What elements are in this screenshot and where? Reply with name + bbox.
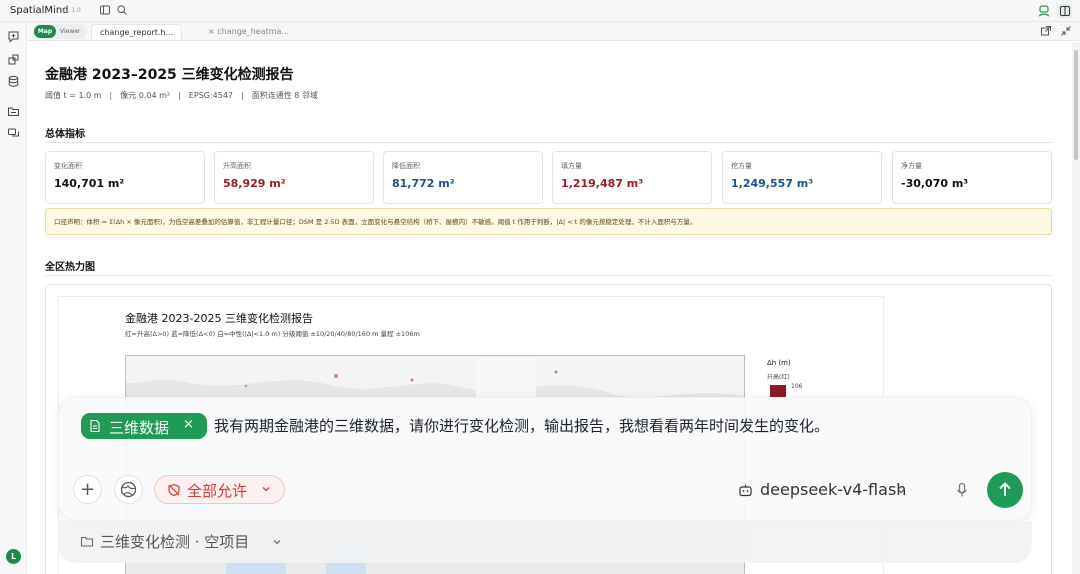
title-bar: SpatialMind v1.1.0	[0, 0, 1080, 22]
composer-card: 三维数据 × 我有两期金融港的三维数据，请你进行变化检测，输出报告，我想看看两年…	[58, 397, 1032, 521]
project-label: 三维变化检测 · 空项目	[100, 533, 250, 551]
metric-label: 填方量	[561, 162, 582, 170]
report-title: 金融港 2023–2025 三维变化检测报告	[45, 67, 294, 83]
agent-icon[interactable]	[1037, 4, 1051, 18]
search-icon[interactable]	[116, 4, 128, 16]
metric-label: 降低面积	[392, 162, 420, 170]
app-title: SpatialMind	[10, 5, 69, 16]
globe-button[interactable]	[114, 475, 143, 504]
heatmap-heading: 全区热力图	[45, 262, 95, 273]
plugins-icon[interactable]	[7, 53, 20, 66]
folder-icon[interactable]	[7, 105, 20, 118]
send-button[interactable]	[987, 472, 1023, 508]
database-icon[interactable]	[7, 75, 20, 88]
figure-subtitle: 红=升高(Δ>0) 蓝=降低(Δ<0) 白=中性(|Δ|<1.0 m) 分级阈值…	[125, 330, 420, 338]
mode-map-button[interactable]: Map	[34, 25, 56, 38]
legend-subtitle: 升高(红)	[767, 374, 790, 381]
chat-input[interactable]: 我有两期金融港的三维数据，请你进行变化检测，输出报告，我想看看两年时间发生的变化…	[214, 415, 829, 436]
report-meta: 阈值 t = 1.0 m | 像元 0.04 m² | EPSG:4547 | …	[45, 91, 318, 100]
new-chat-icon[interactable]	[7, 30, 20, 43]
metric-value: 81,772 m²	[392, 177, 455, 190]
microphone-icon[interactable]	[955, 482, 969, 498]
add-button[interactable]: +	[73, 475, 102, 504]
tab-bar: Map Viewer change_report.h... × change_h…	[28, 22, 1080, 41]
left-rail: L	[0, 22, 27, 574]
document-scrollbar[interactable]	[1072, 42, 1080, 574]
globe-icon	[120, 481, 137, 498]
metric-card-fill-volume: 填方量 1,219,487 m³	[552, 151, 712, 204]
folder-icon	[80, 535, 94, 548]
project-selector[interactable]: 三维变化检测 · 空项目	[58, 521, 1032, 563]
metric-label: 升高面积	[223, 162, 251, 170]
chevron-down-icon	[272, 537, 282, 547]
file-icon	[89, 419, 101, 433]
metric-label: 净方量	[901, 162, 922, 170]
open-external-icon[interactable]	[1040, 25, 1052, 37]
legend-color-swatch	[770, 385, 786, 397]
collapse-icon[interactable]	[1060, 25, 1072, 37]
methodology-note: 口径声明：体积 = Σ(Δh × 像元面积)，为低空高差叠加的估算值，非工程计量…	[45, 208, 1052, 235]
attachment-chip[interactable]: 三维数据 ×	[81, 413, 207, 439]
sidebar-toggle-icon[interactable]	[99, 4, 111, 16]
model-label: deepseek-v4-flash	[760, 480, 907, 499]
mode-viewer-button[interactable]: Viewer	[60, 25, 80, 38]
shield-off-icon	[167, 483, 181, 497]
metric-cards: 变化面积 140,701 m² 升高面积 58,929 m² 降低面积 81,7…	[45, 151, 1052, 204]
heatmap-divider	[45, 275, 1052, 276]
metric-value: 58,929 m²	[223, 177, 286, 190]
tab-change-heatmap[interactable]: × change_heatma...	[200, 24, 297, 40]
permission-label: 全部允许	[187, 482, 248, 500]
chat-composer: 三维数据 × 我有两期金融港的三维数据，请你进行变化检测，输出报告，我想看看两年…	[58, 397, 1032, 563]
overview-divider	[45, 142, 1052, 143]
permission-dropdown[interactable]: 全部允许	[154, 475, 285, 504]
metric-label: 变化面积	[54, 162, 82, 170]
scrollbar-thumb[interactable]	[1074, 50, 1078, 160]
user-avatar[interactable]: L	[6, 549, 21, 564]
metric-value: 1,249,557 m³	[731, 177, 814, 190]
legend-max-value: 106	[791, 383, 803, 390]
messages-icon[interactable]	[7, 127, 20, 140]
app-version: v1.1.0	[62, 7, 81, 14]
bot-icon	[738, 483, 753, 497]
panel-toggle-icon[interactable]	[1058, 4, 1072, 18]
remove-attachment-button[interactable]: ×	[183, 417, 194, 432]
tab-change-report[interactable]: change_report.h...	[91, 24, 183, 40]
legend-title: Δh (m)	[767, 359, 791, 367]
chevron-down-icon	[896, 486, 906, 496]
metric-value: 1,219,487 m³	[561, 177, 644, 190]
metric-card-lowered-area: 降低面积 81,772 m²	[383, 151, 543, 204]
attachment-label: 三维数据	[109, 419, 170, 437]
metric-card-changed-area: 变化面积 140,701 m²	[45, 151, 205, 204]
metric-card-cut-volume: 挖方量 1,249,557 m³	[722, 151, 882, 204]
chevron-down-icon	[261, 484, 271, 494]
metric-label: 挖方量	[731, 162, 752, 170]
figure-title: 金融港 2023-2025 三维变化检测报告	[125, 312, 313, 325]
arrow-up-icon	[999, 482, 1011, 496]
metric-card-net-volume: 净方量 -30,070 m³	[892, 151, 1052, 204]
metric-card-raised-area: 升高面积 58,929 m²	[214, 151, 374, 204]
metric-value: 140,701 m²	[54, 177, 125, 190]
metric-value: -30,070 m³	[901, 177, 969, 190]
view-mode-switch[interactable]: Map Viewer	[33, 24, 87, 39]
overview-heading: 总体指标	[45, 129, 85, 140]
